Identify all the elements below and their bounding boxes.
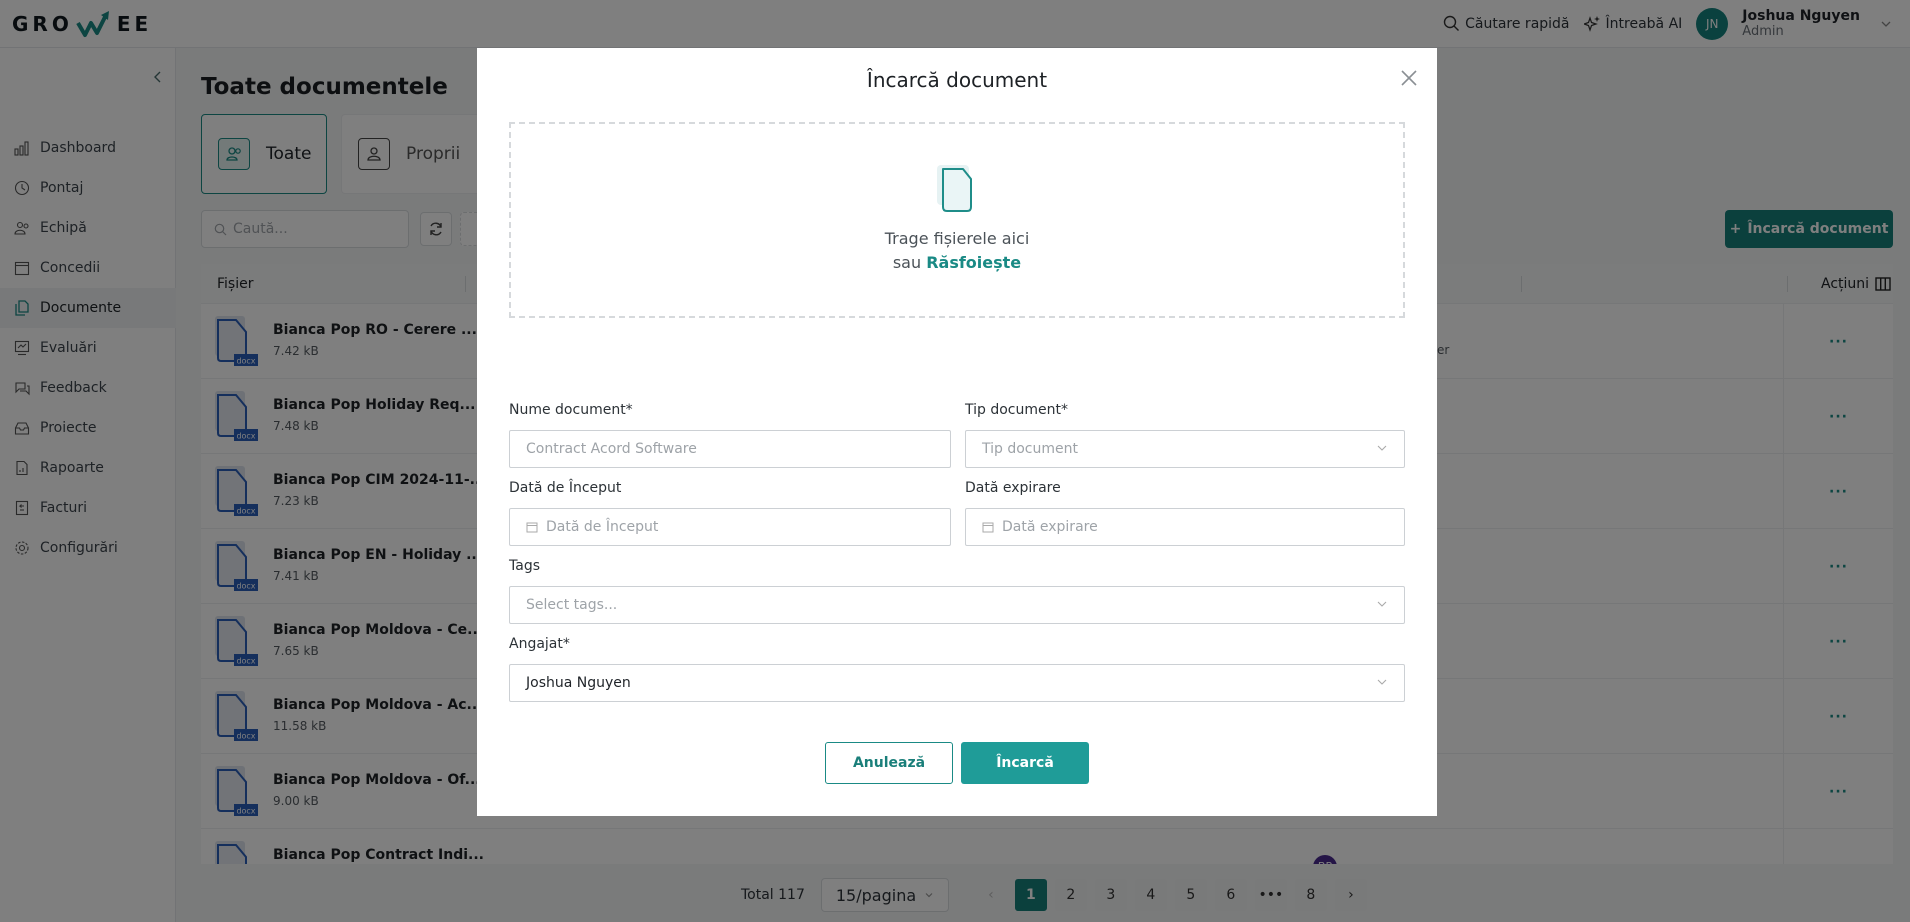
upload-document-modal: Încarcă document Trage fișierele aici sa… [477, 48, 1437, 816]
file-dropzone[interactable]: Trage fișierele aici sau Răsfoiește [509, 122, 1405, 318]
dropzone-text: Trage fișierele aici [884, 229, 1030, 248]
cancel-button[interactable]: Anulează [825, 742, 953, 784]
employee-select[interactable]: Joshua Nguyen [509, 664, 1405, 702]
tags-select[interactable]: Select tags... [509, 586, 1405, 624]
tags-placeholder: Select tags... [526, 597, 618, 613]
file-icon [937, 165, 972, 212]
document-type-select[interactable]: Tip document [965, 430, 1405, 468]
start-date-placeholder: Dată de Început [546, 519, 659, 535]
chevron-down-icon [1377, 679, 1387, 685]
dropzone-or: sau [892, 253, 922, 272]
start-date-input[interactable]: Dată de Început [509, 508, 951, 546]
expiry-date-label: Dată expirare [965, 480, 1061, 496]
document-type-placeholder: Tip document [982, 441, 1078, 457]
calendar-icon [982, 522, 994, 533]
tags-label: Tags [509, 558, 540, 574]
expiry-date-input[interactable]: Dată expirare [965, 508, 1405, 546]
document-name-label: Nume document* [509, 402, 633, 418]
document-name-input[interactable]: Contract Acord Software [509, 430, 951, 468]
chevron-down-icon [1377, 601, 1387, 607]
chevron-down-icon [1377, 445, 1387, 451]
start-date-label: Dată de Început [509, 480, 622, 496]
close-icon[interactable] [1397, 66, 1421, 90]
expiry-date-placeholder: Dată expirare [1002, 519, 1098, 535]
document-type-label: Tip document* [965, 402, 1068, 418]
employee-value: Joshua Nguyen [526, 675, 631, 691]
browse-link[interactable]: Răsfoiește [926, 253, 1021, 272]
modal-title: Încarcă document [866, 68, 1048, 92]
employee-label: Angajat* [509, 636, 570, 652]
document-name-placeholder: Contract Acord Software [526, 441, 697, 457]
calendar-icon [526, 522, 538, 533]
upload-button[interactable]: Încarcă [961, 742, 1089, 784]
